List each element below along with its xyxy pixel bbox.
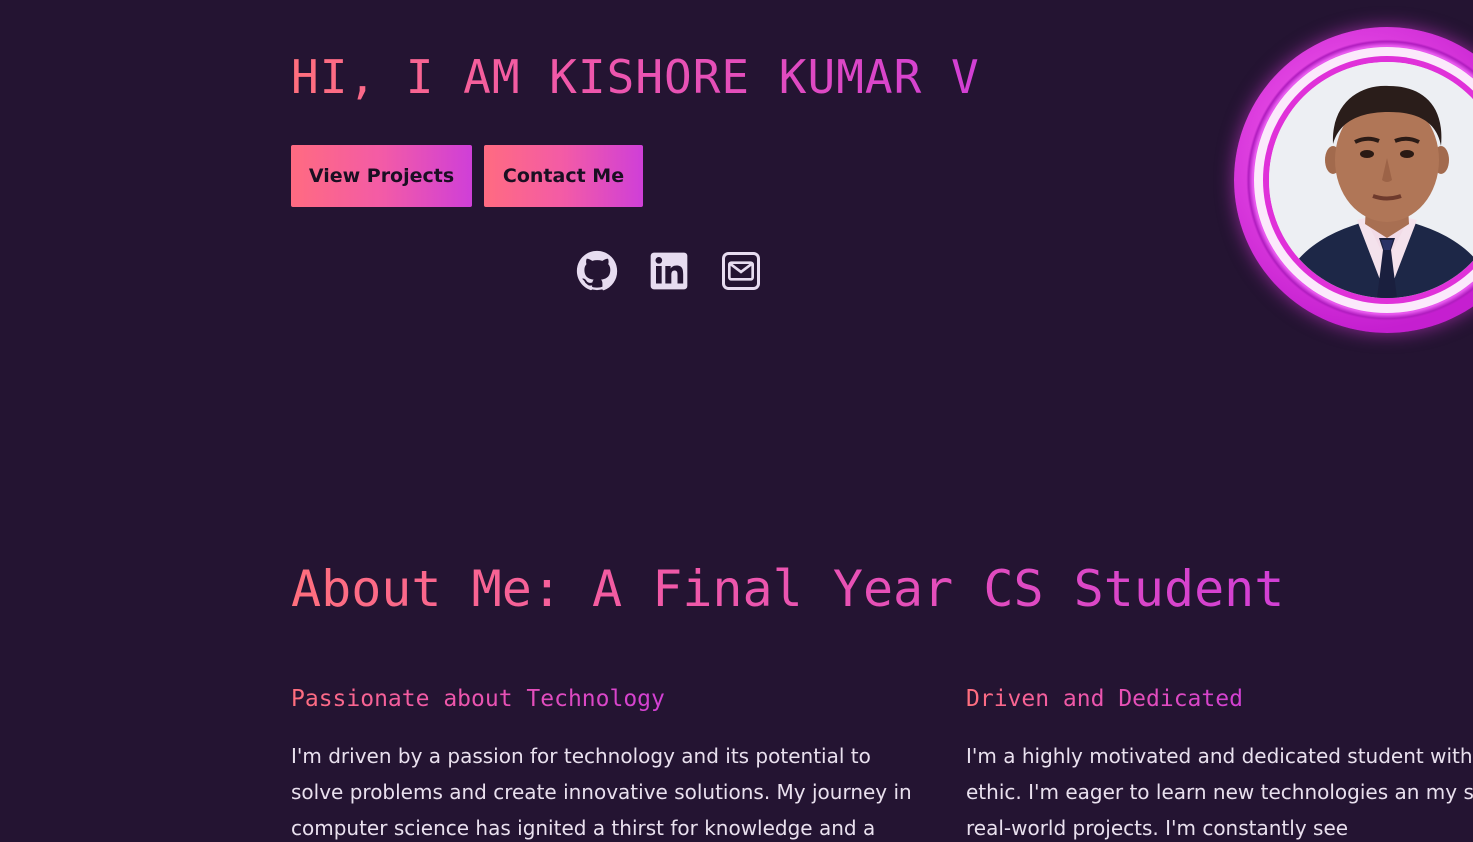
about-title: About Me: A Final Year CS Student [291, 560, 1285, 618]
about-column-heading: Passionate about Technology [291, 686, 665, 712]
about-column-text: I'm driven by a passion for technology a… [291, 744, 912, 840]
linkedin-icon [649, 251, 689, 291]
portfolio-page: HI, I AM KISHORE KUMAR V View Projects C… [0, 0, 1473, 842]
github-icon [576, 250, 618, 292]
social-links [576, 250, 762, 292]
about-column-text: I'm a highly motivated and dedicated stu… [966, 744, 1473, 840]
profile-avatar [1234, 27, 1473, 333]
about-column-heading: Driven and Dedicated [966, 686, 1243, 712]
contact-me-button[interactable]: Contact Me [484, 145, 643, 207]
github-link[interactable] [576, 250, 618, 292]
mail-icon [721, 251, 761, 291]
about-column-driven: Driven and Dedicated I'm a highly motiva… [966, 686, 1473, 842]
email-link[interactable] [720, 250, 762, 292]
linkedin-link[interactable] [648, 250, 690, 292]
view-projects-button[interactable]: View Projects [291, 145, 472, 207]
about-column-passion: Passionate about Technology I'm driven b… [291, 686, 912, 842]
hero-title: HI, I AM KISHORE KUMAR V [291, 50, 980, 104]
